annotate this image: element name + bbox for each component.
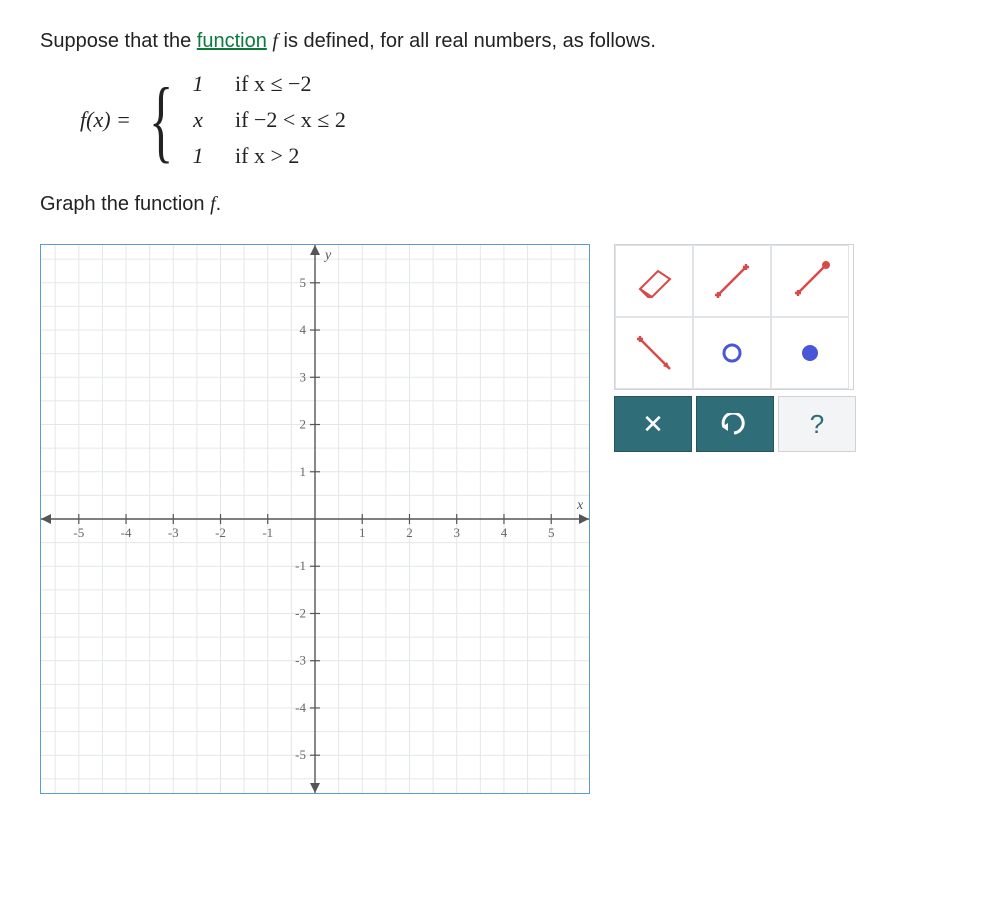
svg-text:-2: -2 — [295, 605, 306, 620]
intro-pre: Suppose that the — [40, 30, 197, 52]
svg-text:4: 4 — [501, 525, 508, 540]
piecewise-definition: f(x) = { 1 if x ≤ −2 x if −2 < x ≤ 2 1 i… — [80, 71, 958, 169]
case-2-condition: if −2 < x ≤ 2 — [235, 107, 346, 133]
svg-text:-4: -4 — [121, 525, 132, 540]
svg-text:-5: -5 — [295, 747, 306, 762]
intro-post: is defined, for all real numbers, as fol… — [278, 30, 656, 52]
case-3-value: 1 — [189, 143, 207, 169]
case-2-value: x — [189, 107, 207, 133]
undo-button[interactable] — [696, 396, 774, 452]
svg-text:-3: -3 — [168, 525, 179, 540]
svg-text:3: 3 — [453, 525, 460, 540]
help-button[interactable]: ? — [778, 396, 856, 452]
graph-prompt: Graph the function f. — [40, 193, 958, 216]
prompt2-post: . — [216, 193, 222, 215]
ray-tool[interactable] — [615, 317, 693, 389]
case-1-value: 1 — [189, 71, 207, 97]
clear-button[interactable]: ✕ — [614, 396, 692, 452]
svg-text:-3: -3 — [295, 653, 306, 668]
svg-text:4: 4 — [300, 322, 307, 337]
svg-text:-5: -5 — [73, 525, 84, 540]
prompt2-pre: Graph the function — [40, 193, 210, 215]
question-intro: Suppose that the function f is defined, … — [40, 30, 958, 53]
svg-text:-1: -1 — [262, 525, 273, 540]
svg-text:2: 2 — [406, 525, 413, 540]
eraser-tool[interactable] — [615, 245, 693, 317]
function-link[interactable]: function — [197, 30, 267, 52]
brace: { — [149, 79, 173, 162]
svg-text:5: 5 — [548, 525, 555, 540]
closed-point-tool[interactable] — [771, 317, 849, 389]
svg-text:1: 1 — [359, 525, 366, 540]
svg-text:2: 2 — [300, 417, 307, 432]
svg-text:3: 3 — [300, 369, 307, 384]
svg-text:x: x — [576, 498, 584, 513]
graph-canvas[interactable]: -5 -4 -3 -2 -1 1 2 3 4 5 -5 -4 -3 -2 -1 1 2 3 4 5 x y — [40, 244, 590, 794]
svg-text:1: 1 — [300, 464, 307, 479]
case-3-condition: if x > 2 — [235, 143, 346, 169]
svg-text:-1: -1 — [295, 558, 306, 573]
open-point-tool[interactable] — [693, 317, 771, 389]
segment-open-closed-tool[interactable] — [771, 245, 849, 317]
svg-text:-4: -4 — [295, 700, 306, 715]
svg-text:y: y — [323, 248, 332, 263]
segment-closed-endpoints-tool[interactable] — [693, 245, 771, 317]
lhs: f(x) = — [80, 107, 131, 133]
svg-text:5: 5 — [300, 275, 307, 290]
svg-text:-2: -2 — [215, 525, 226, 540]
case-1-condition: if x ≤ −2 — [235, 71, 346, 97]
toolbox: ✕ ? — [614, 244, 854, 452]
